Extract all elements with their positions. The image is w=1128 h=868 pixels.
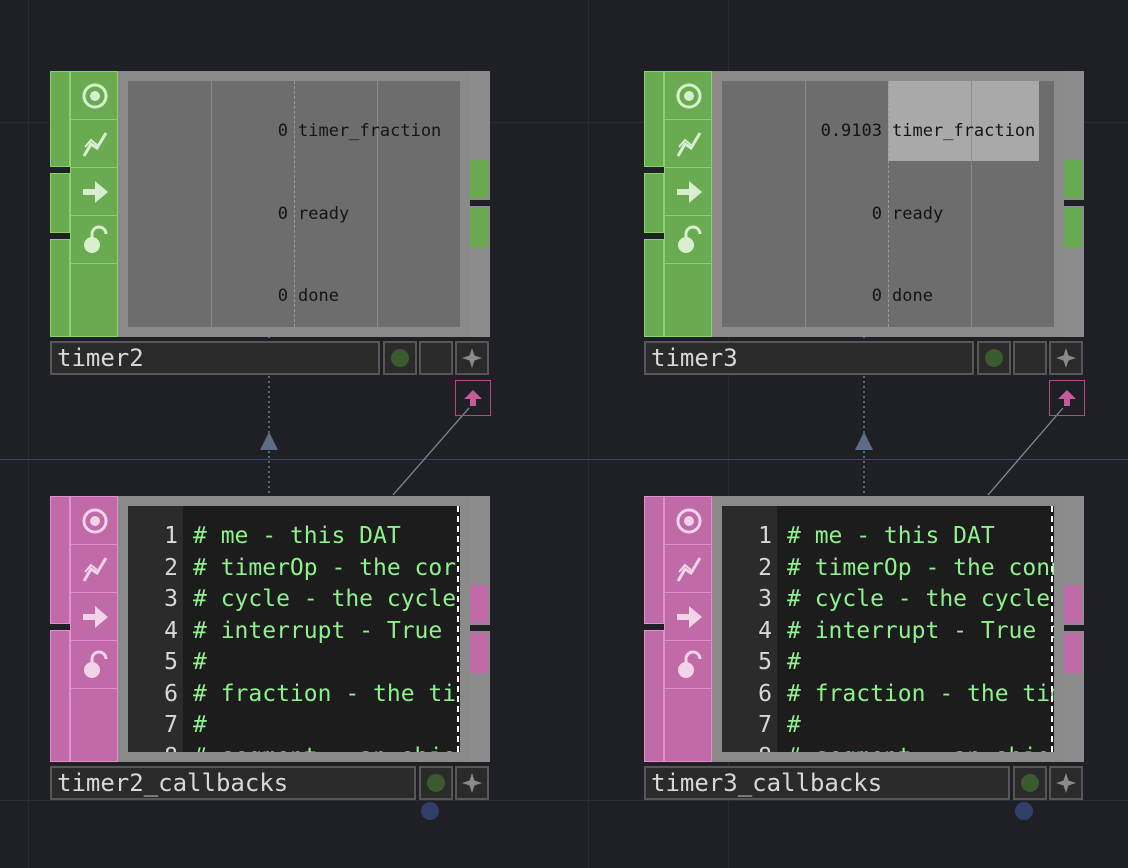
code-line: 6 # fraction - the tim [758, 681, 1054, 707]
input-connectors[interactable] [50, 496, 70, 762]
output-connectors[interactable] [1064, 71, 1084, 337]
channel-name: timer_fraction [892, 121, 1036, 141]
pin-icon[interactable] [455, 341, 489, 375]
wire-arrow-icon [260, 432, 278, 450]
lock-icon[interactable] [71, 641, 119, 689]
upload-arrow-icon[interactable] [455, 380, 491, 416]
render-flag-icon[interactable] [1013, 341, 1047, 820]
lock-icon[interactable] [665, 216, 713, 264]
flag-column [664, 496, 713, 762]
channel-name: done [892, 286, 933, 306]
code-line: 3 # cycle - the cycle [164, 586, 457, 612]
code-line: 8# segment - an obje [128, 741, 456, 752]
bypass-icon[interactable] [71, 120, 119, 168]
export-icon[interactable] [71, 593, 119, 641]
lock-icon[interactable] [71, 216, 119, 264]
channel-value: 0.9103 [820, 121, 882, 141]
timer3-callbacks-node[interactable]: 1 # me - this DAT 2 # timerOp - the conn 3… [644, 496, 1084, 762]
channel-value: 0 [277, 121, 288, 141]
upload-arrow-icon[interactable] [1049, 380, 1085, 416]
export-icon[interactable] [665, 168, 713, 216]
code-line: 7 # [164, 712, 207, 738]
export-icon[interactable] [71, 168, 119, 216]
node-name[interactable]: timer2_callbacks [50, 766, 416, 800]
output-connectors[interactable] [470, 71, 490, 337]
display-flag-icon[interactable] [419, 766, 453, 800]
dat-viewer[interactable]: 1 # me - this DAT 2 # timerOp - the conn 3… [712, 496, 1064, 762]
code-line: 3 # cycle - the cycle [758, 586, 1051, 612]
node-name[interactable]: timer3 [644, 341, 974, 375]
text-cursor [457, 506, 460, 752]
pin-icon[interactable] [1049, 341, 1083, 375]
dat-viewer[interactable]: 1 # me - this DAT 2 # timerOp - the cor 3 #… [118, 496, 470, 762]
code-line: 7 # [758, 712, 801, 738]
code-line: 1 # me - this DAT [164, 523, 401, 549]
viewer-active-icon[interactable] [71, 72, 119, 120]
code-line: 2 # timerOp - the conn [758, 555, 1054, 581]
pin-icon[interactable] [455, 766, 489, 800]
output-connectors[interactable] [470, 496, 490, 762]
input-connectors[interactable] [644, 71, 664, 337]
input-connectors[interactable] [50, 71, 70, 337]
input-connectors[interactable] [644, 496, 664, 762]
channel-name: done [298, 286, 339, 306]
export-icon[interactable] [665, 593, 713, 641]
output-connectors[interactable] [1064, 496, 1084, 762]
channel-value: 0 [277, 204, 288, 224]
flag-column [70, 71, 119, 337]
timer2-callbacks-node[interactable]: 1 # me - this DAT 2 # timerOp - the cor 3 #… [50, 496, 490, 762]
viewer-active-icon[interactable] [665, 497, 713, 545]
code-line: 4 # interrupt - True [164, 618, 443, 644]
timer3-node[interactable]: 0.9103 timer_fraction 0 ready 0 done [644, 71, 1084, 337]
render-flag-icon[interactable] [419, 341, 453, 820]
channel-name: timer_fraction [298, 121, 442, 141]
code-line: 5 # [758, 649, 801, 675]
flag-column [70, 496, 119, 762]
channel-value: 0 [871, 286, 882, 306]
channel-value: 0 [871, 204, 882, 224]
text-cursor [1051, 506, 1054, 752]
bypass-icon[interactable] [665, 545, 713, 593]
code-line: 8# segment - an objec [722, 741, 1054, 752]
display-flag-icon[interactable] [1013, 766, 1047, 800]
node-name[interactable]: timer3_callbacks [644, 766, 1010, 800]
code-line: 6 # fraction - the ti [164, 681, 457, 707]
channel-value: 0 [277, 286, 288, 306]
display-flag-icon[interactable] [383, 341, 417, 375]
channel-name: ready [298, 204, 350, 224]
wire-arrow-icon [855, 432, 873, 450]
viewer-active-icon[interactable] [665, 72, 713, 120]
code-line: 2 # timerOp - the cor [164, 555, 457, 581]
bypass-icon[interactable] [665, 120, 713, 168]
viewer-active-icon[interactable] [71, 497, 119, 545]
code-line: 4 # interrupt - True i [758, 618, 1054, 644]
flag-column [664, 71, 713, 337]
pin-icon[interactable] [1049, 766, 1083, 800]
callback-wire [392, 407, 470, 496]
code-line: 5 # [164, 649, 207, 675]
code-line: 1 # me - this DAT [758, 523, 995, 549]
lock-icon[interactable] [665, 641, 713, 689]
display-flag-icon[interactable] [977, 341, 1011, 375]
channel-name: ready [892, 204, 944, 224]
node-name[interactable]: timer2 [50, 341, 380, 375]
callback-wire [987, 407, 1064, 496]
chop-viewer[interactable]: 0 timer_fraction 0 ready 0 done [118, 71, 470, 337]
timer2-node[interactable]: 0 timer_fraction 0 ready 0 done [50, 71, 490, 337]
chop-viewer[interactable]: 0.9103 timer_fraction 0 ready 0 done [712, 71, 1064, 337]
bypass-icon[interactable] [71, 545, 119, 593]
